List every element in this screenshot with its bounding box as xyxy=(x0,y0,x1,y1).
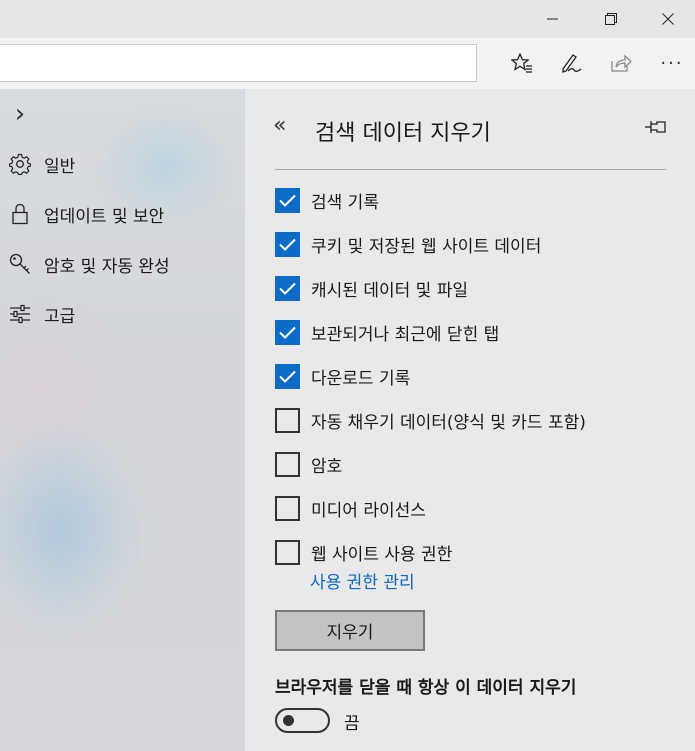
pin-button[interactable] xyxy=(645,119,667,139)
sidebar-item-label: 고급 xyxy=(44,306,76,327)
pin-icon xyxy=(645,121,666,133)
checkbox-label: 암호 xyxy=(311,456,343,477)
favorites-button[interactable] xyxy=(499,44,545,82)
checkbox[interactable] xyxy=(275,407,300,433)
minimize-icon xyxy=(546,18,558,20)
page-title: 검색 데이터 지우기 xyxy=(315,121,491,146)
close-icon xyxy=(661,13,674,25)
share-icon xyxy=(611,54,632,72)
checkbox-cached-data[interactable]: 캐시된 데이터 및 파일 xyxy=(275,275,468,301)
address-bar[interactable] xyxy=(0,44,477,82)
checkbox[interactable] xyxy=(275,539,300,565)
web-note-button[interactable] xyxy=(548,44,594,82)
divider xyxy=(275,169,666,170)
checkbox-label: 캐시된 데이터 및 파일 xyxy=(311,280,468,301)
checkbox-download-history[interactable]: 다운로드 기록 xyxy=(275,363,410,389)
toggle-knob xyxy=(283,715,294,726)
sidebar-item-update-security[interactable]: 업데이트 및 보안 xyxy=(0,194,245,234)
checkbox-site-permissions[interactable]: 웹 사이트 사용 권한 xyxy=(275,539,452,565)
sidebar-expand-button[interactable]: › xyxy=(0,94,245,134)
checkbox[interactable] xyxy=(275,451,300,477)
checkbox[interactable] xyxy=(275,275,300,301)
pen-icon xyxy=(562,54,582,73)
checkbox[interactable] xyxy=(275,187,300,213)
navigation-toolbar: ··· xyxy=(0,38,695,89)
sliders-icon xyxy=(8,302,32,326)
checkbox-label: 웹 사이트 사용 권한 xyxy=(311,544,453,565)
checkbox-label: 쿠키 및 저장된 웹 사이트 데이터 xyxy=(311,236,542,257)
checkbox[interactable] xyxy=(275,363,300,389)
checkbox-browsing-history[interactable]: 검색 기록 xyxy=(275,187,379,213)
minimize-button[interactable] xyxy=(524,0,581,38)
favorites-icon xyxy=(511,53,532,73)
checkbox-autofill-data[interactable]: 자동 채우기 데이터(양식 및 카드 포함) xyxy=(275,407,586,433)
sidebar-item-label: 업데이트 및 보안 xyxy=(44,206,165,227)
clear-button[interactable]: 지우기 xyxy=(275,610,425,651)
checkbox-label: 보관되거나 최근에 닫힌 탭 xyxy=(311,324,500,345)
toggle-state-label: 끔 xyxy=(344,714,360,734)
always-clear-label: 브라우저를 닫을 때 항상 이 데이터 지우기 xyxy=(275,678,577,698)
settings-nav: › 일반 업데이트 및 보안 암호 및 자동 완성 고급 xyxy=(0,89,245,751)
checkbox-label: 자동 채우기 데이터(양식 및 카드 포함) xyxy=(311,412,586,433)
sidebar-item-label: 일반 xyxy=(44,156,76,177)
checkbox[interactable] xyxy=(275,319,300,345)
always-clear-toggle[interactable] xyxy=(275,708,330,733)
gear-icon xyxy=(8,152,32,176)
lock-icon xyxy=(8,202,32,226)
checkbox-passwords[interactable]: 암호 xyxy=(275,451,342,477)
checkmark-icon xyxy=(279,194,296,207)
checkmark-icon xyxy=(279,238,296,251)
manage-permissions-link[interactable]: 사용 권한 관리 xyxy=(310,568,415,593)
clear-browsing-data-panel: « 검색 데이터 지우기 검색 기록 쿠키 및 저장된 웹 사이트 데이터 캐시… xyxy=(245,89,695,751)
title-bar xyxy=(0,0,695,38)
key-icon xyxy=(8,252,32,276)
checkbox-cookies[interactable]: 쿠키 및 저장된 웹 사이트 데이터 xyxy=(275,231,541,257)
sidebar-item-label: 암호 및 자동 완성 xyxy=(44,256,170,277)
checkbox-media-licenses[interactable]: 미디어 라이선스 xyxy=(275,495,426,521)
checkmark-icon xyxy=(279,370,296,383)
sidebar-item-advanced[interactable]: 고급 xyxy=(0,294,245,334)
checkbox-label: 검색 기록 xyxy=(311,192,379,213)
back-button[interactable]: « xyxy=(273,113,286,138)
more-icon: ··· xyxy=(660,52,684,74)
share-button[interactable] xyxy=(598,44,644,82)
chevron-right-icon: › xyxy=(14,99,26,129)
checkbox-label: 다운로드 기록 xyxy=(311,368,411,389)
checkbox[interactable] xyxy=(275,495,300,521)
sidebar-item-general[interactable]: 일반 xyxy=(0,144,245,184)
close-button[interactable] xyxy=(639,0,695,38)
restore-icon xyxy=(604,13,617,25)
sidebar-item-passwords-autofill[interactable]: 암호 및 자동 완성 xyxy=(0,244,245,284)
checkmark-icon xyxy=(279,326,296,339)
checkbox[interactable] xyxy=(275,231,300,257)
checkbox-tabs[interactable]: 보관되거나 최근에 닫힌 탭 xyxy=(275,319,499,345)
checkmark-icon xyxy=(279,282,296,295)
restore-button[interactable] xyxy=(582,0,639,38)
more-button[interactable]: ··· xyxy=(649,44,695,82)
checkbox-label: 미디어 라이선스 xyxy=(311,500,426,521)
